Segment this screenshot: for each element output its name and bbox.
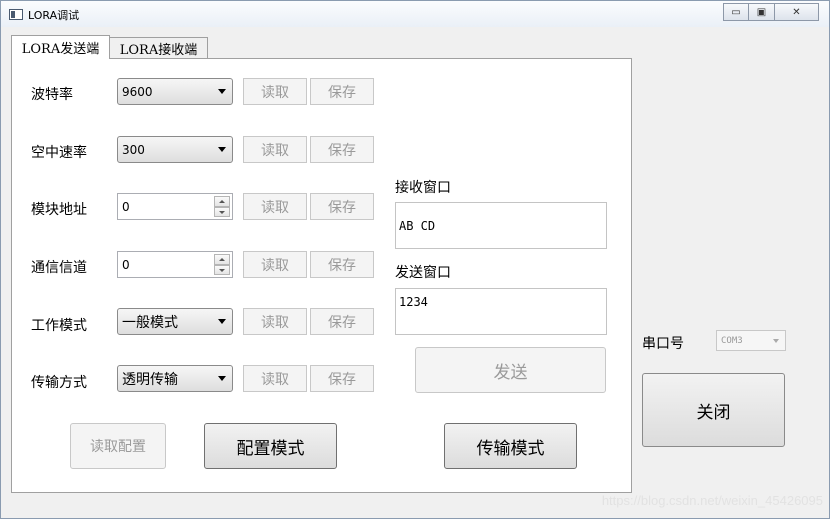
channel-value: 0 bbox=[122, 257, 130, 272]
transfer-method-read-button[interactable]: 读取 bbox=[243, 365, 307, 392]
transfer-method-label: 传输方式 bbox=[31, 375, 87, 391]
receive-window-textbox[interactable]: AB CD bbox=[395, 202, 607, 249]
send-button[interactable]: 发送 bbox=[415, 347, 606, 393]
baud-rate-label: 波特率 bbox=[31, 87, 73, 103]
watermark: https://blog.csdn.net/weixin_45426095 bbox=[601, 493, 823, 508]
transfer-mode-button[interactable]: 传输模式 bbox=[444, 423, 577, 469]
close-port-button[interactable]: 关闭 bbox=[642, 373, 785, 447]
module-address-value: 0 bbox=[122, 199, 130, 214]
serial-port-select[interactable]: COM3 bbox=[716, 330, 786, 351]
chevron-down-icon bbox=[218, 376, 226, 381]
chevron-down-icon bbox=[773, 339, 779, 343]
module-address-save-button[interactable]: 保存 bbox=[310, 193, 374, 220]
air-rate-label: 空中速率 bbox=[31, 145, 87, 161]
air-rate-value: 300 bbox=[122, 142, 145, 157]
read-config-button[interactable]: 读取配置 bbox=[70, 423, 166, 469]
spin-up-icon[interactable] bbox=[214, 196, 230, 207]
spin-buttons bbox=[214, 196, 230, 217]
baud-rate-save-button[interactable]: 保存 bbox=[310, 78, 374, 105]
module-address-spinbox[interactable]: 0 bbox=[117, 193, 233, 220]
air-rate-select[interactable]: 300 bbox=[117, 136, 233, 163]
module-address-label: 模块地址 bbox=[31, 202, 87, 218]
minimize-button[interactable]: ▭ bbox=[723, 3, 749, 21]
transfer-method-select[interactable]: 透明传输 bbox=[117, 365, 233, 392]
maximize-button[interactable]: ▣ bbox=[749, 3, 775, 21]
work-mode-save-button[interactable]: 保存 bbox=[310, 308, 374, 335]
spin-buttons bbox=[214, 254, 230, 275]
chevron-down-icon bbox=[218, 89, 226, 94]
title-bar[interactable]: LORA调试 ▭ ▣ ✕ bbox=[1, 1, 829, 27]
channel-read-button[interactable]: 读取 bbox=[243, 251, 307, 278]
channel-label: 通信信道 bbox=[31, 260, 87, 276]
work-mode-select[interactable]: 一般模式 bbox=[117, 308, 233, 335]
send-window-label: 发送窗口 bbox=[395, 265, 451, 281]
channel-spinbox[interactable]: 0 bbox=[117, 251, 233, 278]
baud-rate-select[interactable]: 9600 bbox=[117, 78, 233, 105]
maximize-icon: ▣ bbox=[756, 6, 767, 18]
main-window: LORA调试 ▭ ▣ ✕ LORA发送端 LORA接收端 波特率 9600 读取… bbox=[0, 0, 830, 519]
window-title: LORA调试 bbox=[28, 9, 80, 22]
config-mode-button[interactable]: 配置模式 bbox=[204, 423, 337, 469]
close-icon: ✕ bbox=[792, 6, 801, 18]
channel-save-button[interactable]: 保存 bbox=[310, 251, 374, 278]
tab-lora-receiver[interactable]: LORA接收端 bbox=[110, 37, 208, 59]
chevron-down-icon bbox=[218, 147, 226, 152]
work-mode-label: 工作模式 bbox=[31, 318, 87, 334]
serial-port-label: 串口号 bbox=[642, 336, 684, 352]
spin-down-icon[interactable] bbox=[214, 206, 230, 217]
spin-up-icon[interactable] bbox=[214, 254, 230, 265]
transfer-method-value: 透明传输 bbox=[122, 371, 178, 388]
module-address-read-button[interactable]: 读取 bbox=[243, 193, 307, 220]
air-rate-save-button[interactable]: 保存 bbox=[310, 136, 374, 163]
send-window-textbox[interactable]: 1234 bbox=[395, 288, 607, 335]
tab-lora-sender[interactable]: LORA发送端 bbox=[11, 35, 110, 59]
receive-window-label: 接收窗口 bbox=[395, 180, 451, 196]
transfer-method-save-button[interactable]: 保存 bbox=[310, 365, 374, 392]
work-mode-value: 一般模式 bbox=[122, 314, 178, 331]
window-controls: ▭ ▣ ✕ bbox=[723, 3, 819, 21]
chevron-down-icon bbox=[218, 319, 226, 324]
work-mode-read-button[interactable]: 读取 bbox=[243, 308, 307, 335]
air-rate-read-button[interactable]: 读取 bbox=[243, 136, 307, 163]
minimize-icon: ▭ bbox=[731, 6, 741, 18]
close-button[interactable]: ✕ bbox=[775, 3, 819, 21]
baud-rate-read-button[interactable]: 读取 bbox=[243, 78, 307, 105]
app-icon bbox=[9, 9, 23, 20]
baud-rate-value: 9600 bbox=[122, 84, 153, 99]
serial-port-value: COM3 bbox=[721, 335, 743, 346]
spin-down-icon[interactable] bbox=[214, 264, 230, 275]
